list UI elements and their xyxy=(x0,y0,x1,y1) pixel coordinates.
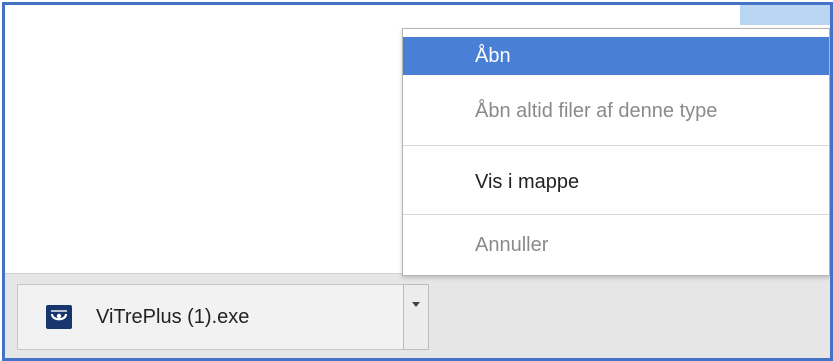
download-options-button[interactable] xyxy=(403,284,429,350)
menu-item-always-open-type[interactable]: Åbn altid filer af denne type xyxy=(403,92,829,130)
page-accent-strip xyxy=(740,5,830,25)
vitreplus-app-icon xyxy=(46,305,72,329)
download-file-name: ViTrePlus (1).exe xyxy=(96,306,250,328)
menu-item-cancel[interactable]: Annuller xyxy=(403,226,829,264)
screenshot-frame: ViTrePlus (1).exe Åbn Åbn altid filer af… xyxy=(2,2,833,361)
download-context-menu: Åbn Åbn altid filer af denne type Vis i … xyxy=(402,28,830,276)
download-item[interactable]: ViTrePlus (1).exe xyxy=(17,284,405,350)
menu-separator xyxy=(403,145,829,146)
menu-item-show-in-folder[interactable]: Vis i mappe xyxy=(403,163,829,201)
menu-item-open[interactable]: Åbn xyxy=(403,37,829,75)
menu-separator xyxy=(403,214,829,215)
download-bar: ViTrePlus (1).exe xyxy=(5,273,830,358)
chevron-down-icon xyxy=(412,302,420,307)
